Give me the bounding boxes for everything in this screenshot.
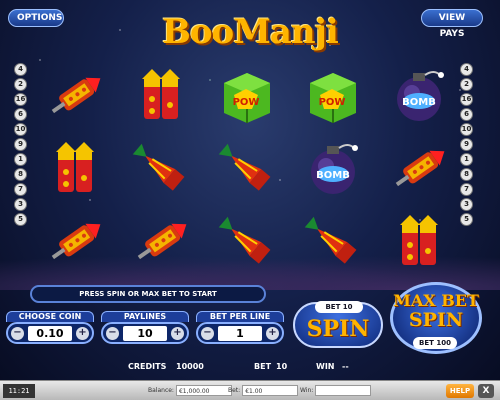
reel-symbol-bomb: BOMB xyxy=(294,135,372,203)
max-bet-bet-label: BET xyxy=(419,339,434,347)
message-bar: PRESS SPIN OR MAX BET TO START xyxy=(30,285,266,303)
reel-symbol-bottle-rocket xyxy=(380,208,458,276)
svg-text:POW: POW xyxy=(233,97,260,108)
reel-symbol-pow-box: POW xyxy=(294,62,372,130)
reel-symbol-firework-cone xyxy=(208,208,286,276)
coin-increase-button[interactable]: + xyxy=(76,327,89,340)
bet-per-line-box: − 1 + xyxy=(196,322,284,344)
credits-value: 10000 xyxy=(176,362,204,371)
reel-symbol-firework-cone xyxy=(122,135,200,203)
bet-per-line-label: BET PER LINE xyxy=(196,311,284,322)
reel-symbol-bottle-rocket xyxy=(36,135,114,203)
choose-coin-control: CHOOSE COIN − 0.10 + xyxy=(6,311,94,347)
choose-coin-box: − 0.10 + xyxy=(6,322,94,344)
spin-bet-label: BET xyxy=(325,303,341,311)
options-button[interactable]: OPTIONS xyxy=(8,9,64,27)
payline-marker[interactable]: 9 xyxy=(14,138,27,151)
reel-symbol-bomb: BOMB xyxy=(380,62,458,130)
payline-marker[interactable]: 5 xyxy=(14,213,27,226)
status-bar: 11:21 Balance: €1,000.00 Bet: €1.00 Win: H… xyxy=(0,380,500,400)
paylines-label: PAYLINES xyxy=(101,311,189,322)
bet-increase-button[interactable]: + xyxy=(266,327,279,340)
max-bet-spin-button[interactable]: MAX BET SPIN BET 100 xyxy=(390,282,482,354)
svg-text:BOMB: BOMB xyxy=(316,170,350,181)
payline-marker[interactable]: 2 xyxy=(14,78,27,91)
reel-symbol-rocket xyxy=(122,208,200,276)
reel-symbol-rocket xyxy=(36,208,114,276)
paylines-box: − 10 + xyxy=(101,322,189,344)
status-bet-label: Bet: xyxy=(228,387,241,394)
paylines-increase-button[interactable]: + xyxy=(171,327,184,340)
bet-decrease-button[interactable]: − xyxy=(201,327,214,340)
coin-decrease-button[interactable]: − xyxy=(11,327,24,340)
balance-label: Balance: xyxy=(148,387,174,394)
bet-value: 10 xyxy=(276,362,288,371)
game-stage: OPTIONS BooManji VIEW PAYS 4 2 16 6 10 9 1 8 7 3 5… xyxy=(0,0,500,400)
bet-per-line-value: 1 xyxy=(218,326,262,341)
payline-marker[interactable]: 3 xyxy=(14,198,27,211)
status-win-field: Win: xyxy=(300,385,372,397)
status-win-value xyxy=(315,385,372,396)
payline-marker[interactable]: 7 xyxy=(14,183,27,196)
reel-symbol-rocket xyxy=(36,62,114,130)
clock: 11:21 xyxy=(3,384,35,398)
payline-marker[interactable]: 4 xyxy=(14,63,27,76)
spin-bet-badge: BET 10 xyxy=(315,301,363,313)
reel-symbol-bottle-rocket xyxy=(122,62,200,130)
status-bet-value: €1.00 xyxy=(242,385,299,396)
max-bet-badge: BET 100 xyxy=(413,337,457,349)
credits-label: CREDITS xyxy=(128,362,167,371)
status-bet-field: Bet: €1.00 xyxy=(228,385,299,397)
info-row: CREDITS 10000 BET 10 WIN -- xyxy=(120,360,380,374)
balance-value: €1,000.00 xyxy=(175,385,232,396)
max-bet-label: MAX BET xyxy=(393,291,479,310)
payline-markers-left: 4 2 16 6 10 9 1 8 7 3 5 xyxy=(14,63,28,228)
spin-label: SPIN xyxy=(306,316,370,342)
max-bet-bet-value: 100 xyxy=(436,339,451,347)
choose-coin-label: CHOOSE COIN xyxy=(6,311,94,322)
reel-grid: POW POW BOMB BOMB xyxy=(34,60,464,278)
game-logo: BooManji xyxy=(162,12,339,52)
spin-button[interactable]: BET 10 SPIN xyxy=(293,301,383,348)
close-button[interactable]: X xyxy=(478,384,494,398)
paylines-value: 10 xyxy=(123,326,167,341)
status-win-label: Win: xyxy=(300,387,314,394)
payline-marker[interactable]: 1 xyxy=(14,153,27,166)
max-bet-spin-label: SPIN xyxy=(408,309,464,331)
bet-per-line-control: BET PER LINE − 1 + xyxy=(196,311,284,347)
paylines-control: PAYLINES − 10 + xyxy=(101,311,189,347)
svg-text:POW: POW xyxy=(319,97,346,108)
reel-symbol-pow-box: POW xyxy=(208,62,286,130)
bet-label: BET xyxy=(254,362,272,371)
coin-value: 0.10 xyxy=(28,326,72,341)
payline-marker[interactable]: 8 xyxy=(14,168,27,181)
win-value: -- xyxy=(342,362,349,371)
spin-bet-value: 10 xyxy=(342,303,353,311)
payline-marker[interactable]: 10 xyxy=(14,123,27,136)
paylines-decrease-button[interactable]: − xyxy=(106,327,119,340)
reel-symbol-firework-cone xyxy=(208,135,286,203)
payline-marker[interactable]: 16 xyxy=(14,93,27,106)
payline-marker[interactable]: 6 xyxy=(14,108,27,121)
reel-symbol-rocket xyxy=(380,135,458,203)
balance-field: Balance: €1,000.00 xyxy=(148,385,232,397)
help-button[interactable]: HELP xyxy=(446,384,474,398)
svg-text:BOMB: BOMB xyxy=(402,97,436,108)
win-label: WIN xyxy=(316,362,335,371)
reel-symbol-firework-cone xyxy=(294,208,372,276)
view-pays-button[interactable]: VIEW PAYS xyxy=(421,9,483,39)
